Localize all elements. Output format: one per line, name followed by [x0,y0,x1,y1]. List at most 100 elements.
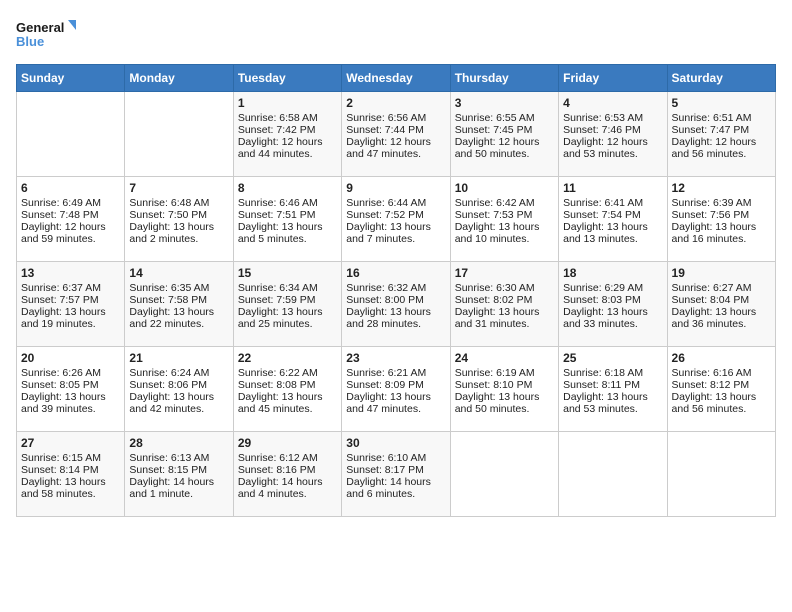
day-info: Sunrise: 6:29 AM [563,282,662,294]
day-info: Sunrise: 6:22 AM [238,367,337,379]
page-header: General Blue [16,16,776,52]
day-info: Sunrise: 6:58 AM [238,112,337,124]
day-number: 23 [346,351,445,365]
day-info: Daylight: 13 hours and 56 minutes. [672,391,771,415]
day-info: Sunrise: 6:42 AM [455,197,554,209]
day-info: Sunset: 8:09 PM [346,379,445,391]
day-number: 5 [672,96,771,110]
day-info: Sunset: 7:47 PM [672,124,771,136]
calendar-cell: 9Sunrise: 6:44 AMSunset: 7:52 PMDaylight… [342,177,450,262]
weekday-header-monday: Monday [125,65,233,92]
day-info: Sunrise: 6:12 AM [238,452,337,464]
weekday-header-wednesday: Wednesday [342,65,450,92]
day-info: Sunrise: 6:51 AM [672,112,771,124]
day-number: 4 [563,96,662,110]
calendar-cell: 1Sunrise: 6:58 AMSunset: 7:42 PMDaylight… [233,92,341,177]
day-info: Daylight: 14 hours and 4 minutes. [238,476,337,500]
logo-svg: General Blue [16,16,76,52]
day-info: Sunrise: 6:18 AM [563,367,662,379]
calendar-cell: 15Sunrise: 6:34 AMSunset: 7:59 PMDayligh… [233,262,341,347]
day-info: Sunrise: 6:49 AM [21,197,120,209]
day-info: Sunrise: 6:34 AM [238,282,337,294]
day-number: 20 [21,351,120,365]
weekday-header-friday: Friday [559,65,667,92]
day-info: Sunset: 7:56 PM [672,209,771,221]
day-info: Daylight: 12 hours and 56 minutes. [672,136,771,160]
day-info: Daylight: 13 hours and 28 minutes. [346,306,445,330]
weekday-header-tuesday: Tuesday [233,65,341,92]
calendar-cell: 16Sunrise: 6:32 AMSunset: 8:00 PMDayligh… [342,262,450,347]
day-info: Sunset: 8:16 PM [238,464,337,476]
svg-text:General: General [16,20,64,35]
day-info: Daylight: 13 hours and 47 minutes. [346,391,445,415]
day-number: 11 [563,181,662,195]
day-number: 2 [346,96,445,110]
day-info: Sunset: 8:12 PM [672,379,771,391]
day-info: Sunset: 7:50 PM [129,209,228,221]
calendar-cell: 5 Sunrise: 6:51 AMSunset: 7:47 PMDaylight… [667,92,775,177]
day-info: Sunrise: 6:56 AM [346,112,445,124]
day-info: Sunset: 7:51 PM [238,209,337,221]
day-number: 22 [238,351,337,365]
day-info: Sunset: 7:57 PM [21,294,120,306]
day-info: Sunset: 8:04 PM [672,294,771,306]
day-info: Daylight: 12 hours and 44 minutes. [238,136,337,160]
calendar-cell: 22Sunrise: 6:22 AMSunset: 8:08 PMDayligh… [233,347,341,432]
day-number: 24 [455,351,554,365]
calendar-cell: 26Sunrise: 6:16 AMSunset: 8:12 PMDayligh… [667,347,775,432]
day-info: Daylight: 13 hours and 58 minutes. [21,476,120,500]
day-info: Daylight: 13 hours and 36 minutes. [672,306,771,330]
day-info: Sunset: 7:48 PM [21,209,120,221]
day-info: Sunset: 8:06 PM [129,379,228,391]
calendar-cell: 25Sunrise: 6:18 AMSunset: 8:11 PMDayligh… [559,347,667,432]
day-info: Daylight: 14 hours and 6 minutes. [346,476,445,500]
day-info: Daylight: 12 hours and 53 minutes. [563,136,662,160]
day-info: Daylight: 13 hours and 16 minutes. [672,221,771,245]
day-number: 28 [129,436,228,450]
day-info: Daylight: 12 hours and 59 minutes. [21,221,120,245]
calendar-cell: 19Sunrise: 6:27 AMSunset: 8:04 PMDayligh… [667,262,775,347]
day-info: Sunset: 8:00 PM [346,294,445,306]
calendar-week-5: 27Sunrise: 6:15 AMSunset: 8:14 PMDayligh… [17,432,776,517]
day-number: 27 [21,436,120,450]
day-info: Sunrise: 6:16 AM [672,367,771,379]
day-number: 15 [238,266,337,280]
day-number: 16 [346,266,445,280]
calendar-cell: 24Sunrise: 6:19 AMSunset: 8:10 PMDayligh… [450,347,558,432]
day-info: Daylight: 13 hours and 13 minutes. [563,221,662,245]
day-info: Sunrise: 6:24 AM [129,367,228,379]
calendar-cell: 12Sunrise: 6:39 AMSunset: 7:56 PMDayligh… [667,177,775,262]
day-info: Sunset: 8:14 PM [21,464,120,476]
day-info: Sunset: 7:53 PM [455,209,554,221]
day-info: Daylight: 13 hours and 25 minutes. [238,306,337,330]
day-number: 13 [21,266,120,280]
day-info: Sunrise: 6:26 AM [21,367,120,379]
day-info: Daylight: 13 hours and 45 minutes. [238,391,337,415]
day-info: Sunrise: 6:44 AM [346,197,445,209]
calendar-cell: 20Sunrise: 6:26 AMSunset: 8:05 PMDayligh… [17,347,125,432]
logo: General Blue [16,16,76,52]
calendar-cell: 28Sunrise: 6:13 AMSunset: 8:15 PMDayligh… [125,432,233,517]
calendar-cell: 17Sunrise: 6:30 AMSunset: 8:02 PMDayligh… [450,262,558,347]
day-number: 6 [21,181,120,195]
day-info: Sunrise: 6:15 AM [21,452,120,464]
calendar-cell [559,432,667,517]
day-info: Sunrise: 6:55 AM [455,112,554,124]
weekday-header-saturday: Saturday [667,65,775,92]
day-info: Sunrise: 6:13 AM [129,452,228,464]
calendar-cell [17,92,125,177]
day-info: Sunrise: 6:46 AM [238,197,337,209]
day-info: Sunrise: 6:30 AM [455,282,554,294]
day-number: 8 [238,181,337,195]
calendar-table: SundayMondayTuesdayWednesdayThursdayFrid… [16,64,776,517]
day-info: Daylight: 13 hours and 42 minutes. [129,391,228,415]
day-info: Sunset: 8:05 PM [21,379,120,391]
calendar-week-1: 1Sunrise: 6:58 AMSunset: 7:42 PMDaylight… [17,92,776,177]
day-info: Sunset: 7:54 PM [563,209,662,221]
day-number: 10 [455,181,554,195]
day-number: 21 [129,351,228,365]
calendar-week-2: 6Sunrise: 6:49 AMSunset: 7:48 PMDaylight… [17,177,776,262]
calendar-cell: 13Sunrise: 6:37 AMSunset: 7:57 PMDayligh… [17,262,125,347]
day-number: 19 [672,266,771,280]
day-info: Daylight: 13 hours and 19 minutes. [21,306,120,330]
